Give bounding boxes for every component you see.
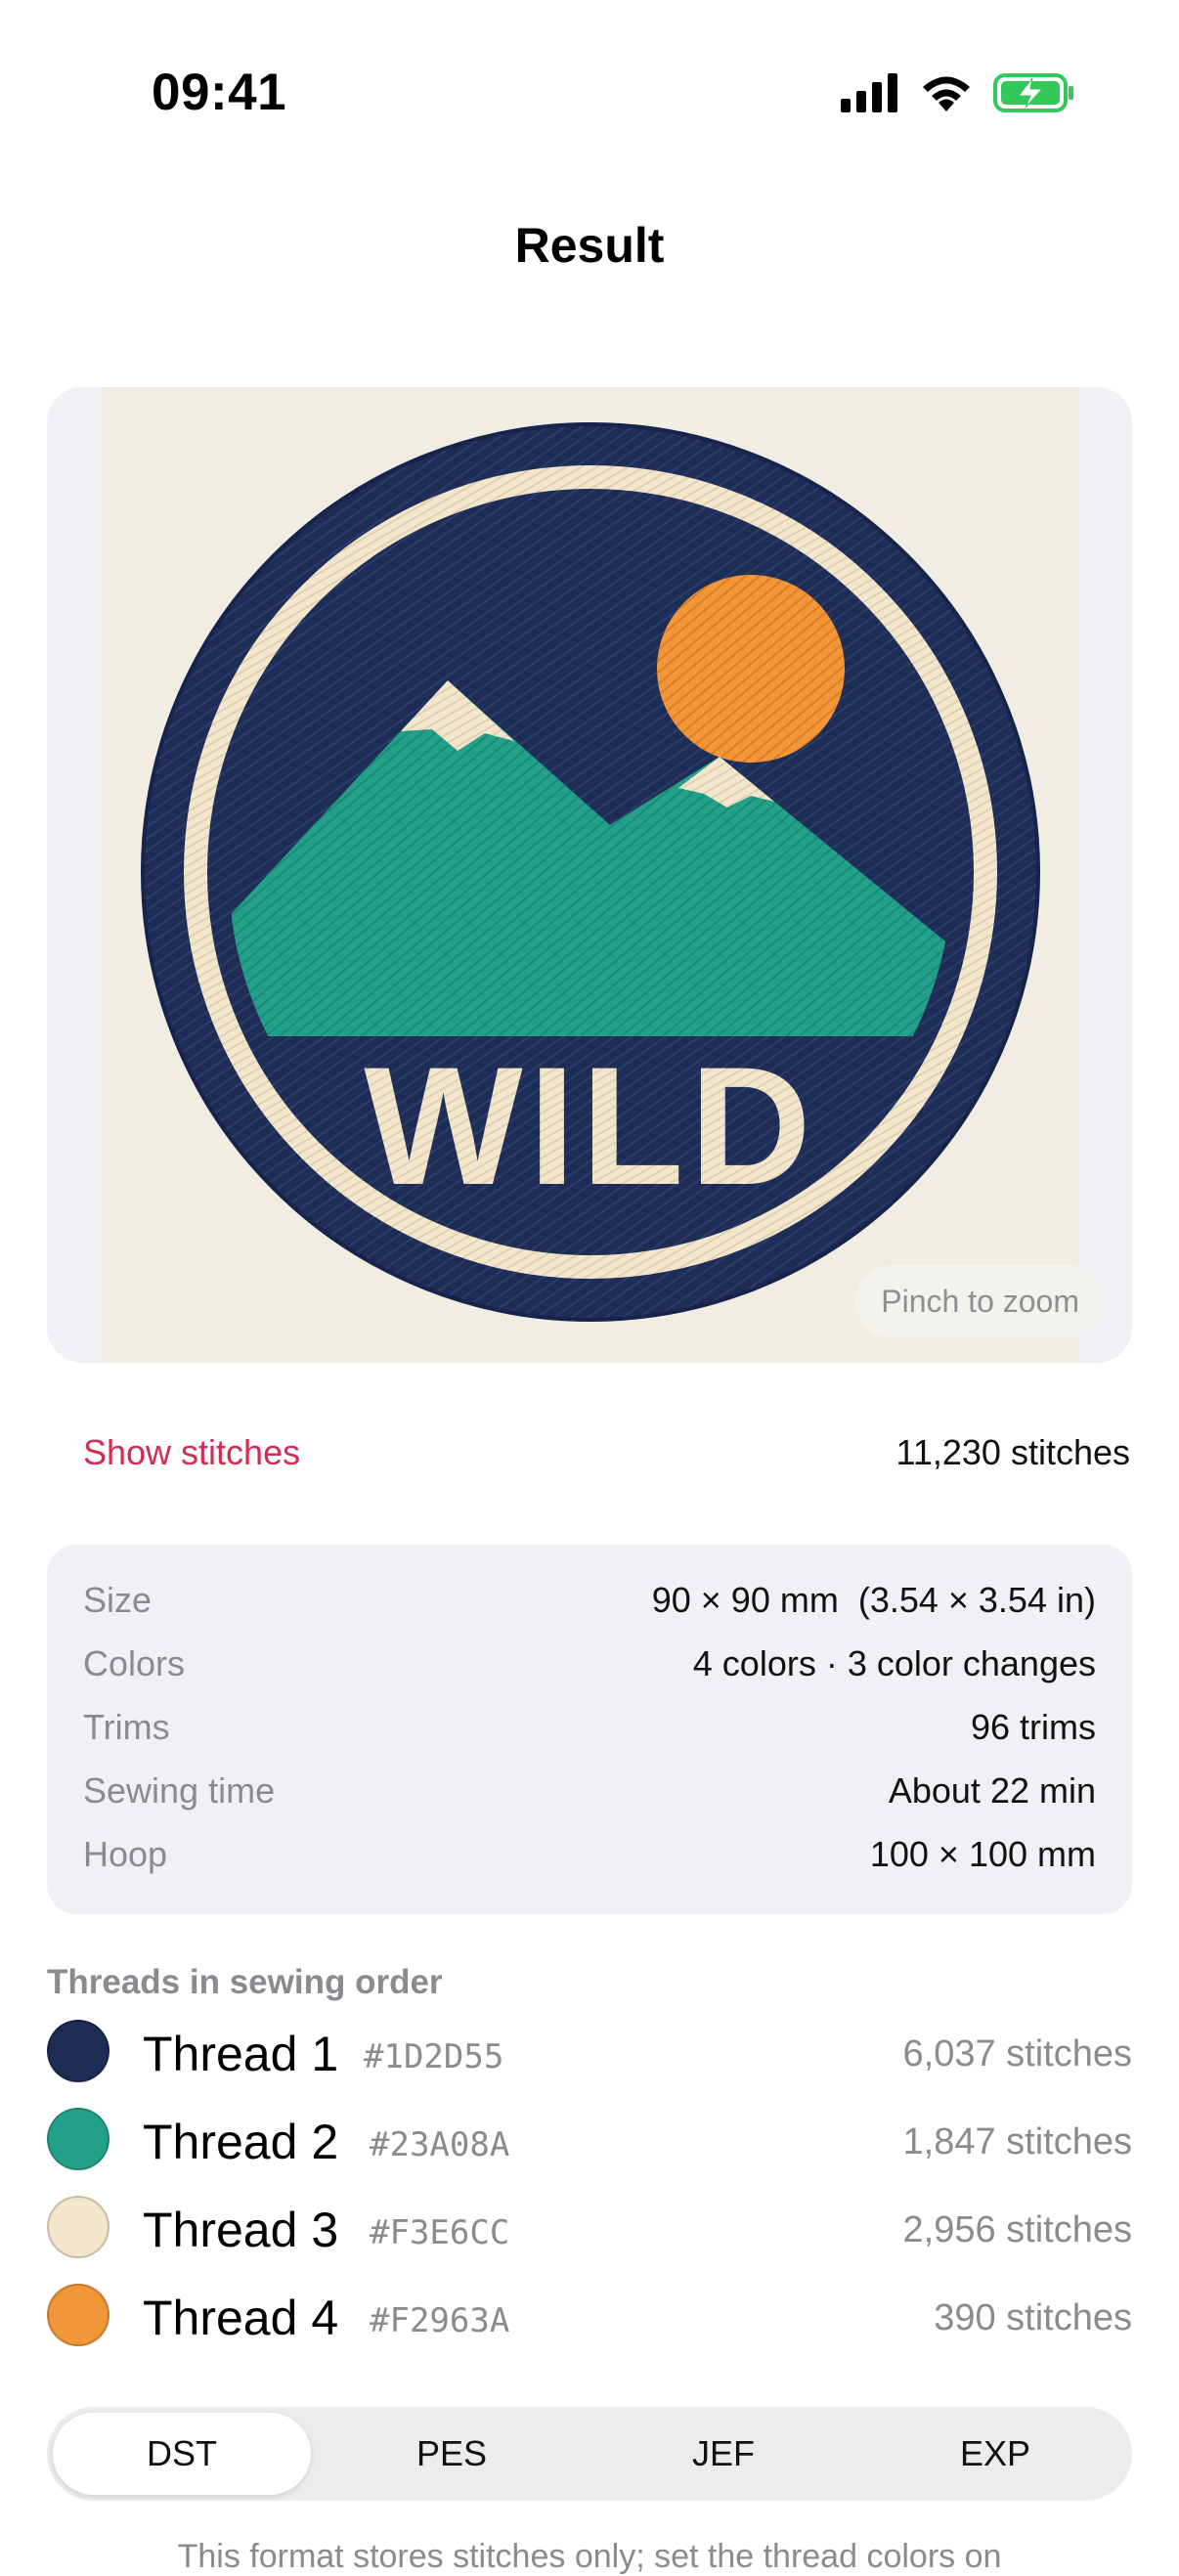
thread-color-swatch <box>47 2284 109 2346</box>
thread-color-swatch <box>47 2108 109 2170</box>
thread-name: Thread 3 <box>143 2203 339 2257</box>
info-row-hoop: Hoop 100 × 100 mm <box>83 1834 1096 1893</box>
info-value: 100 × 100 mm <box>869 1834 1096 1874</box>
thread-row[interactable]: Thread 2 #23A08A 1,847 stitches <box>47 2106 1132 2176</box>
battery-charging-icon <box>993 73 1073 112</box>
threads-heading: Threads in sewing order <box>47 1963 443 2001</box>
patch-canvas[interactable]: WILD <box>102 387 1079 1363</box>
thread-row[interactable]: Thread 3 #F3E6CC 2,956 stitches <box>47 2194 1132 2264</box>
status-icons <box>841 72 1075 113</box>
format-option-exp[interactable]: EXP <box>866 2413 1124 2495</box>
info-label: Size <box>83 1580 153 1620</box>
thread-hex: #1D2D55 <box>364 2037 504 2076</box>
format-option-jef[interactable]: JEF <box>594 2413 852 2495</box>
cellular-signal-icon <box>841 73 897 112</box>
thread-hex: #23A08A <box>370 2125 510 2164</box>
thread-stitch-count: 2,956 stitches <box>902 2209 1132 2250</box>
thread-name: Thread 1 <box>143 2027 339 2081</box>
info-label: Sewing time <box>83 1770 276 1811</box>
embroidery-preview[interactable]: WILD Pinch to zoom <box>47 387 1132 1363</box>
thread-row[interactable]: Thread 1 #1D2D55 6,037 stitches <box>47 2018 1132 2088</box>
thread-name: Thread 2 <box>143 2115 339 2169</box>
thread-color-swatch <box>47 2196 109 2258</box>
info-row-colors: Colors 4 colors · 3 color changes <box>83 1643 1096 1702</box>
info-row-sewing-time: Sewing time About 22 min <box>83 1770 1096 1829</box>
info-value: 4 colors · 3 color changes <box>692 1643 1096 1683</box>
thread-name: Thread 4 <box>143 2291 339 2345</box>
info-row-trims: Trims 96 trims <box>83 1707 1096 1766</box>
info-label: Trims <box>83 1707 170 1747</box>
info-value: 90 × 90 mm (3.54 × 3.54 in) <box>651 1580 1096 1620</box>
thread-row[interactable]: Thread 4 #F2963A 390 stitches <box>47 2282 1132 2352</box>
info-value: About 22 min <box>888 1770 1096 1811</box>
format-option-dst[interactable]: DST <box>53 2413 311 2495</box>
thread-stitch-count: 6,037 stitches <box>902 2033 1132 2074</box>
page-title: Result <box>514 218 665 273</box>
format-segmented-control: DST PES JEF EXP <box>47 2407 1132 2501</box>
show-stitches-toggle[interactable]: Show stitches <box>83 1432 300 1473</box>
info-label: Hoop <box>83 1834 168 1874</box>
patch-text: WILD <box>364 1032 816 1220</box>
thread-hex: #F2963A <box>370 2301 510 2340</box>
format-footnote: This format stores stitches only; set th… <box>177 2538 1002 2575</box>
design-info-card: Size 90 × 90 mm (3.54 × 3.54 in) Colors … <box>47 1545 1132 1914</box>
pinch-to-zoom-hint: Pinch to zoom <box>855 1265 1105 1337</box>
info-label: Colors <box>83 1643 186 1683</box>
wild-patch-illustration: WILD <box>141 422 1040 1322</box>
format-option-pes[interactable]: PES <box>323 2413 581 2495</box>
wifi-icon <box>923 76 970 111</box>
thread-stitch-count: 390 stitches <box>934 2297 1132 2338</box>
thread-stitch-count: 1,847 stitches <box>902 2121 1132 2162</box>
status-time: 09:41 <box>152 64 287 121</box>
info-value: 96 trims <box>970 1707 1096 1747</box>
stitch-count: 11,230 stitches <box>895 1432 1130 1472</box>
thread-color-swatch <box>47 2020 109 2082</box>
thread-hex: #F3E6CC <box>370 2213 510 2252</box>
info-row-size: Size 90 × 90 mm (3.54 × 3.54 in) <box>83 1580 1096 1638</box>
